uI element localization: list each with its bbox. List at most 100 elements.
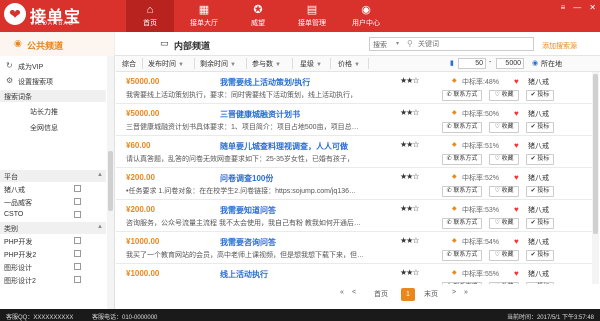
bid-button[interactable]: ✔ 投标: [526, 90, 554, 101]
section-category[interactable]: 类别 ▲: [0, 222, 106, 234]
prev-page-icon[interactable]: <: [352, 289, 356, 296]
filter-publish-time[interactable]: 发布时间 ▼: [148, 59, 184, 69]
favorite-button[interactable]: ♡ 收藏: [489, 186, 519, 197]
nav-order-manage[interactable]: ▤ 接单管理: [288, 0, 336, 32]
table-row[interactable]: ¥1000.00 我需要咨询问答 我买了一个教育网站的会员，高中老师上课视频，但是想…: [116, 232, 592, 264]
checkbox[interactable]: [74, 276, 81, 283]
star-rating: ★★☆: [400, 172, 419, 181]
search-icon[interactable]: ⚲: [407, 39, 413, 48]
category-option[interactable]: 图形设计: [4, 261, 104, 273]
category-option[interactable]: 图形设计2: [4, 274, 104, 286]
bid-button[interactable]: ✔ 投标: [526, 218, 554, 229]
favorite-button[interactable]: ♡ 收藏: [489, 90, 519, 101]
sidebar-item-recommended[interactable]: 站长力推: [30, 107, 58, 117]
filter-all[interactable]: 综合: [122, 59, 136, 69]
bid-button[interactable]: ✔ 投标: [526, 282, 554, 284]
job-title-link[interactable]: 三晋健康城融资计划书: [220, 109, 300, 120]
chevron-down-icon[interactable]: ▾: [396, 40, 399, 47]
close-icon[interactable]: ✕: [589, 3, 596, 12]
location-filter[interactable]: 所在地: [541, 59, 562, 69]
contact-button[interactable]: ✆ 联系方式: [442, 90, 482, 101]
job-price: ¥200.00: [126, 205, 155, 214]
bid-button[interactable]: ✔ 投标: [526, 250, 554, 261]
section-search-terms[interactable]: 搜索词条: [0, 90, 106, 102]
category-option[interactable]: PHP开发2: [4, 248, 104, 260]
contact-button[interactable]: ✆ 联系方式: [442, 186, 482, 197]
contact-button[interactable]: ✆ 联系方式: [442, 250, 482, 261]
nav-user-center[interactable]: ◉ 用户中心: [342, 0, 390, 32]
nav-home[interactable]: ⌂ 首页: [126, 0, 174, 32]
checkbox[interactable]: [74, 237, 81, 244]
job-title-link[interactable]: 线上活动执行: [220, 269, 268, 280]
table-row[interactable]: ¥1000.00 线上活动执行 ★★☆ ◆ 中标率:55% ♥ 猪八戒 ✆ 联系方式 ♡ 收藏 ✔…: [116, 264, 592, 284]
first-page-link[interactable]: 首页: [374, 289, 388, 299]
table-row[interactable]: ¥60.00 随单要儿城查料理视调查，人人可做 请认真答题，乱答的问卷无效网查要求如…: [116, 136, 592, 168]
category-option[interactable]: PHP开发: [4, 235, 104, 247]
scrollbar-thumb[interactable]: [593, 74, 598, 234]
heart-icon: ♥: [514, 109, 519, 118]
bid-rate: 中标率:51%: [462, 141, 499, 151]
list-scrollbar[interactable]: [592, 72, 599, 284]
search-type-select[interactable]: 搜索: [373, 40, 387, 50]
sidebar-scrollbar[interactable]: [107, 56, 114, 309]
collapse-icon[interactable]: ▲: [97, 224, 103, 230]
job-title-link[interactable]: 随单要儿城查料理视调查，人人可做: [220, 141, 348, 152]
table-row[interactable]: ¥200.00 我需要知道问答 咨询服务，公众号流量主流程 我不太会使用，我自己有粉…: [116, 200, 592, 232]
bid-button[interactable]: ✔ 投标: [526, 122, 554, 133]
heart-outline-icon: ♡: [494, 252, 500, 258]
job-title-link[interactable]: 我需要线上活动策划/执行: [220, 77, 310, 88]
last-page-link[interactable]: 末页: [424, 289, 438, 299]
favorite-button[interactable]: ♡ 收藏: [489, 154, 519, 165]
nav-order-hall[interactable]: ▦ 接单大厅: [180, 0, 228, 32]
platform-option-epwk[interactable]: 一品威客: [4, 196, 104, 208]
table-row[interactable]: ¥5000.00 三晋健康城融资计划书 三晋健康城融资计划书具体要求：1、项目简介：…: [116, 104, 592, 136]
become-vip-item[interactable]: ↻ 成为VIP: [0, 59, 115, 73]
next-double-icon[interactable]: »: [464, 289, 468, 296]
settings-item[interactable]: ⚙ 设置搜索项: [0, 74, 115, 88]
tab-public-channel[interactable]: ◉ 公共频道: [0, 32, 115, 56]
support-qq: 客服QQ：XXXXXXXXXX: [6, 315, 74, 321]
favorite-button[interactable]: ♡ 收藏: [489, 218, 519, 229]
section-platform[interactable]: 平台 ▲: [0, 170, 106, 182]
menu-icon[interactable]: ≡: [561, 3, 566, 12]
current-page[interactable]: 1: [401, 288, 415, 301]
price-max-input[interactable]: 5000: [496, 58, 524, 69]
prev-double-icon[interactable]: «: [340, 289, 344, 296]
job-title-link[interactable]: 我需要咨询问答: [220, 237, 276, 248]
checkbox[interactable]: [74, 211, 81, 218]
contact-button[interactable]: ✆ 联系方式: [442, 282, 482, 284]
search-input[interactable]: [418, 39, 528, 49]
sidebar-item-all-network[interactable]: 全网信息: [30, 123, 58, 133]
next-page-icon[interactable]: >: [452, 289, 456, 296]
contact-button[interactable]: ✆ 联系方式: [442, 154, 482, 165]
price-min-input[interactable]: 50: [458, 58, 486, 69]
filter-participants[interactable]: 参与数 ▼: [252, 59, 281, 69]
filter-stars[interactable]: 星级 ▼: [300, 59, 322, 69]
platform-option-csto[interactable]: CSTO: [4, 209, 104, 221]
checkbox[interactable]: [74, 185, 81, 192]
favorite-button[interactable]: ♡ 收藏: [489, 122, 519, 133]
contact-button[interactable]: ✆ 联系方式: [442, 122, 482, 133]
filter-price[interactable]: 价格 ▼: [338, 59, 360, 69]
favorite-button[interactable]: ♡ 收藏: [489, 250, 519, 261]
table-row[interactable]: ¥5000.00 我需要线上活动策划/执行 我需要线上活动策划执行，要求：同时需要线…: [116, 72, 592, 104]
nav-prestige[interactable]: ✪ 威望: [234, 0, 282, 32]
checkbox[interactable]: [74, 250, 81, 257]
platform-option-zbj[interactable]: 猪八戒: [4, 183, 104, 195]
contact-button[interactable]: ✆ 联系方式: [442, 218, 482, 229]
checkbox[interactable]: [74, 263, 81, 270]
checkbox[interactable]: [74, 198, 81, 205]
bid-button[interactable]: ✔ 投标: [526, 186, 554, 197]
bid-button[interactable]: ✔ 投标: [526, 154, 554, 165]
minimize-icon[interactable]: —: [573, 3, 581, 12]
filter-time-left[interactable]: 剩余时间 ▼: [200, 59, 236, 69]
job-title-link[interactable]: 问卷调查100份: [220, 173, 273, 184]
add-search-source-link[interactable]: 添加搜索源: [542, 41, 577, 51]
table-row[interactable]: ¥200.00 问卷调查100份 •任务要求 1.问卷对象：在在校学生2.问卷链接：…: [116, 168, 592, 200]
scrollbar-thumb[interactable]: [108, 151, 113, 211]
location-pin-icon: ◉: [532, 60, 539, 67]
job-title-link[interactable]: 我需要知道问答: [220, 205, 276, 216]
job-list: ¥5000.00 我需要线上活动策划/执行 我需要线上活动策划执行，要求：同时需要线…: [116, 72, 592, 284]
collapse-icon[interactable]: ▲: [97, 172, 103, 178]
favorite-button[interactable]: ♡ 收藏: [489, 282, 519, 284]
